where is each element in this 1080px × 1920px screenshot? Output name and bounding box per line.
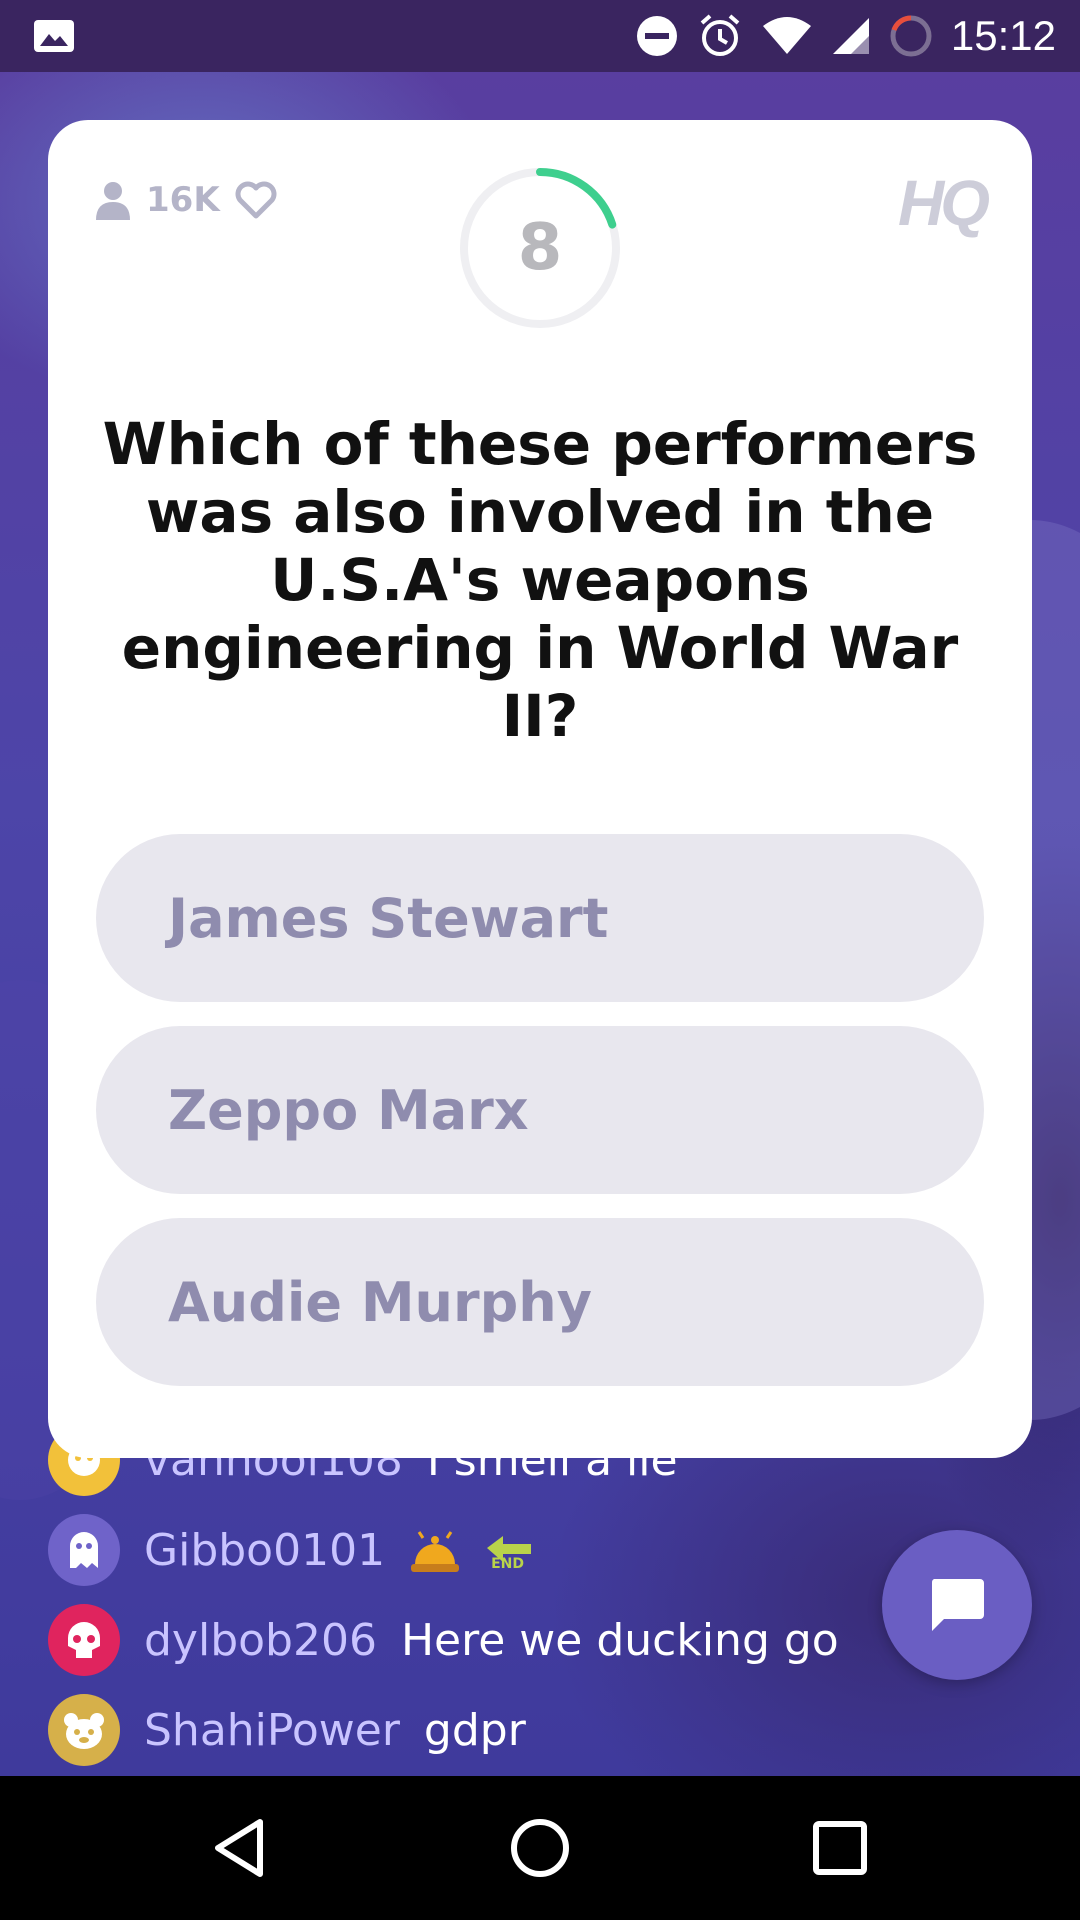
- recents-icon[interactable]: [804, 1812, 876, 1884]
- viewer-count-label: 16K: [146, 180, 220, 220]
- timer-value: 8: [517, 211, 563, 285]
- status-bar: 15:12: [0, 0, 1080, 72]
- chat-message: ShahiPower gdpr: [48, 1694, 526, 1766]
- alarm-icon: [700, 14, 740, 56]
- home-icon[interactable]: [504, 1812, 576, 1884]
- chat-username: ShahiPower: [144, 1704, 400, 1756]
- loading-ring-icon: [890, 15, 932, 57]
- navigation-bar: [0, 1776, 1080, 1920]
- answer-option-1[interactable]: James Stewart: [96, 834, 984, 1002]
- chat-text: gdpr: [423, 1704, 526, 1756]
- back-icon[interactable]: [204, 1812, 276, 1884]
- avatar: [48, 1514, 120, 1586]
- answer-label: Zeppo Marx: [168, 1078, 529, 1142]
- do-not-disturb-icon: [636, 16, 677, 56]
- bell-emoji-icon: [411, 1531, 460, 1572]
- viewer-count: 16K: [94, 180, 278, 220]
- answer-option-3[interactable]: Audie Murphy: [96, 1218, 984, 1386]
- countdown-timer: 8: [458, 166, 622, 330]
- chat-message: Gibbo0101 END: [48, 1514, 535, 1586]
- signal-icon: [832, 18, 869, 54]
- avatar: [48, 1694, 120, 1766]
- question-card: 16K 8 HQ Which of these performers was a…: [48, 120, 1032, 1458]
- bear-icon: [64, 1713, 104, 1749]
- gallery-icon: [34, 20, 74, 52]
- person-icon: [96, 182, 130, 220]
- chat-bubble-icon: [931, 1579, 984, 1631]
- chat-message: dylbob206 Here we ducking go: [48, 1604, 839, 1676]
- avatar: [48, 1604, 120, 1676]
- answer-label: James Stewart: [168, 886, 609, 950]
- chat-text: Here we ducking go: [400, 1614, 839, 1666]
- clock: 15:12: [950, 12, 1056, 59]
- answer-label: Audie Murphy: [168, 1270, 592, 1334]
- end-label: END: [491, 1556, 524, 1572]
- ghost-icon: [70, 1532, 98, 1568]
- end-arrow-emoji-icon: END: [485, 1526, 535, 1574]
- heart-icon[interactable]: [234, 180, 278, 220]
- chat-username: dylbob206: [144, 1614, 377, 1666]
- chat-username: Gibbo0101: [144, 1524, 386, 1576]
- hq-logo: HQ: [898, 167, 990, 239]
- chat-button[interactable]: [882, 1530, 1032, 1680]
- question-text: Which of these performers was also invol…: [102, 410, 978, 750]
- skull-icon: [68, 1622, 100, 1658]
- answer-option-2[interactable]: Zeppo Marx: [96, 1026, 984, 1194]
- wifi-icon: [762, 17, 811, 54]
